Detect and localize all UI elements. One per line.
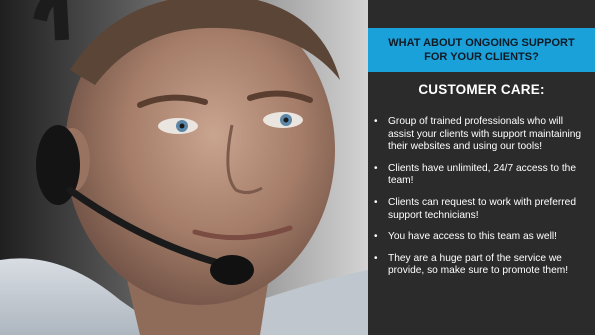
bullet-item: • Clients have unlimited, 24/7 access to…	[374, 163, 589, 188]
section-title: CUSTOMER CARE:	[418, 82, 545, 97]
bullet-text: Group of trained professionals who will …	[388, 116, 582, 153]
support-agent-photo	[0, 0, 368, 335]
bullet-icon: •	[374, 196, 378, 208]
slide: WHAT ABOUT ONGOING SUPPORT FOR YOUR CLIE…	[0, 0, 595, 335]
bullet-item: • They are a huge part of the service we…	[374, 253, 589, 278]
bullet-text: Clients have unlimited, 24/7 access to t…	[388, 162, 577, 187]
header-banner: WHAT ABOUT ONGOING SUPPORT FOR YOUR CLIE…	[368, 28, 595, 72]
bullet-icon: •	[374, 252, 378, 264]
bullet-icon: •	[374, 162, 378, 174]
bullet-item: • Group of trained professionals who wil…	[374, 116, 589, 154]
bullet-icon: •	[374, 116, 378, 127]
bullet-text: You have access to this team as well!	[388, 231, 557, 243]
bullet-text: They are a huge part of the service we p…	[388, 252, 569, 277]
content-panel: WHAT ABOUT ONGOING SUPPORT FOR YOUR CLIE…	[368, 0, 595, 335]
header-title: WHAT ABOUT ONGOING SUPPORT FOR YOUR CLIE…	[388, 37, 575, 63]
bullet-text: Clients can request to work with preferr…	[388, 196, 576, 221]
support-agent-image	[0, 0, 368, 335]
bullet-icon: •	[374, 231, 378, 243]
bullet-item: • You have access to this team as well!	[374, 231, 589, 244]
bullet-item: • Clients can request to work with prefe…	[374, 197, 589, 222]
bullet-list: • Group of trained professionals who wil…	[374, 116, 589, 287]
